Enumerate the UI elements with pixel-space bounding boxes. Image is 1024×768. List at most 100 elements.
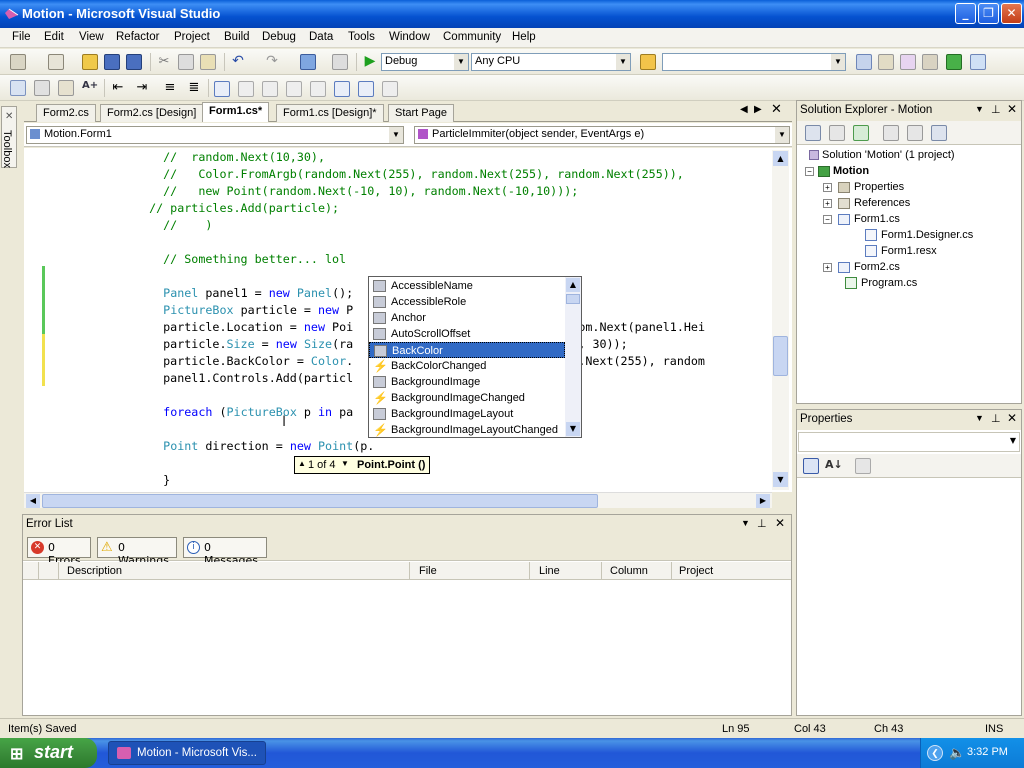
close-document-icon[interactable]: ✕ (771, 102, 782, 117)
member-combo[interactable]: ParticleImmiter(object sender, EventArgs… (414, 126, 790, 144)
object-selector-combo[interactable]: ▼ (798, 432, 1020, 452)
volume-icon[interactable]: 🔈 (949, 745, 965, 761)
intellisense-list[interactable]: AccessibleName AccessibleRole Anchor Aut… (368, 276, 582, 438)
toggle-bookmark-icon[interactable] (214, 81, 230, 97)
messages-filter-button[interactable]: i 0 Messages (183, 537, 267, 567)
navigate-backward-icon[interactable] (300, 54, 316, 70)
view-class-diagram-icon[interactable] (931, 125, 947, 141)
close-button[interactable]: ✕ (1001, 3, 1022, 24)
menu-edit[interactable]: Edit (44, 31, 64, 43)
completion-item[interactable]: AccessibleName (369, 278, 565, 294)
start-debug-icon[interactable]: ▶ (362, 53, 378, 69)
taskbar-item-visual-studio[interactable]: Motion - Microsoft Vis... (108, 741, 266, 765)
tab-form2-design[interactable]: Form2.cs [Design] (100, 104, 204, 122)
pin-icon[interactable]: ⊥ (991, 412, 1001, 425)
next-bookmark-in-folder-icon[interactable] (310, 81, 326, 97)
tab-form2-cs[interactable]: Form2.cs (36, 104, 96, 122)
next-overload-icon[interactable]: ▼ (341, 459, 349, 468)
scroll-up-icon[interactable]: ▲ (773, 151, 788, 166)
tab-scroll-right-icon[interactable]: ▶ (754, 104, 762, 115)
completion-item[interactable]: AccessibleRole (369, 294, 565, 310)
tab-list-icon[interactable]: ◀ (740, 104, 748, 115)
previous-bookmark-icon[interactable] (238, 81, 254, 97)
editor-vertical-scrollbar[interactable]: ▲ ▼ (772, 150, 789, 490)
tab-form1-cs[interactable]: Form1.cs* (202, 102, 270, 122)
display-object-member-list-icon[interactable] (10, 80, 26, 96)
find-combo[interactable]: ▼ (662, 53, 846, 71)
alphabetical-icon[interactable]: A↓ (825, 458, 843, 474)
column-project[interactable]: Project (679, 565, 713, 577)
minimize-button[interactable]: _ (955, 3, 976, 24)
properties-window-icon[interactable] (878, 54, 894, 70)
view-code-icon[interactable] (883, 125, 899, 141)
previous-bookmark-in-folder-icon[interactable] (286, 81, 302, 97)
tree-project[interactable]: − Motion (805, 165, 869, 177)
toolbox-tab[interactable]: ✕ Toolbox (1, 106, 17, 168)
title-bar[interactable]: Motion - Microsoft Visual Studio _ ❐ ✕ (0, 0, 1024, 28)
tree-item-form1-cs[interactable]: − Form1.cs (823, 213, 900, 225)
scroll-thumb[interactable] (773, 336, 788, 376)
completion-item[interactable]: BackgroundImageLayout (369, 406, 565, 422)
tree-solution[interactable]: Solution 'Motion' (1 project) (809, 149, 955, 161)
menu-debug[interactable]: Debug (262, 31, 296, 43)
menu-tools[interactable]: Tools (348, 31, 375, 43)
tree-item-form2-cs[interactable]: + Form2.cs (823, 261, 900, 273)
scroll-up-icon[interactable]: ▲ (566, 278, 580, 292)
show-all-files-icon[interactable] (829, 125, 845, 141)
clear-bookmarks-icon[interactable] (382, 81, 398, 97)
tree-item-form1-resx[interactable]: Form1.resx (865, 245, 937, 258)
warnings-filter-button[interactable]: ⚠ 0 Warnings (97, 537, 177, 567)
completion-item[interactable]: ⚡ BackgroundImageChanged (369, 390, 565, 406)
scroll-left-icon[interactable]: ◀ (26, 494, 40, 508)
add-item-icon[interactable] (48, 54, 64, 70)
column-file[interactable]: File (419, 565, 437, 577)
menu-file[interactable]: File (12, 31, 31, 43)
completion-item[interactable]: AutoScrollOffset (369, 326, 565, 342)
type-combo[interactable]: Motion.Form1 ▼ (26, 126, 404, 144)
start-page-icon[interactable] (946, 54, 962, 70)
next-bookmark-in-document-icon[interactable] (358, 81, 374, 97)
maximize-button[interactable]: ❐ (978, 3, 999, 24)
window-position-icon[interactable]: ▼ (975, 413, 984, 423)
toolbox-sidebar[interactable]: ✕ Toolbox (0, 102, 18, 714)
menu-community[interactable]: Community (443, 31, 501, 43)
uncomment-lines-icon[interactable]: ≣ (186, 80, 202, 96)
solution-explorer-icon[interactable] (856, 54, 872, 70)
previous-overload-icon[interactable]: ▲ (298, 459, 306, 468)
close-icon[interactable]: ✕ (1007, 411, 1017, 425)
intellisense-scrollbar[interactable]: ▲ ▼ (565, 277, 581, 437)
undo-icon[interactable]: ↶ (230, 53, 246, 69)
properties-icon[interactable] (805, 125, 821, 141)
pin-icon[interactable]: ⊥ (991, 103, 1001, 116)
completion-item[interactable]: ⚡ BackColorChanged (369, 358, 565, 374)
view-designer-icon[interactable] (907, 125, 923, 141)
completion-item-selected[interactable]: BackColor (369, 342, 565, 358)
close-icon[interactable]: ✕ (775, 516, 785, 530)
show-hidden-icons-icon[interactable]: ❮ (927, 745, 943, 761)
scroll-thumb[interactable] (42, 494, 598, 508)
copy-icon[interactable] (178, 54, 194, 70)
open-icon[interactable] (82, 54, 98, 70)
object-browser-icon[interactable] (900, 54, 916, 70)
menu-window[interactable]: Window (389, 31, 430, 43)
menu-help[interactable]: Help (512, 31, 536, 43)
cut-icon[interactable]: ✂ (156, 54, 172, 70)
navigate-forward-icon[interactable] (332, 54, 348, 70)
tree-item-properties[interactable]: + Properties (823, 181, 904, 193)
column-description[interactable]: Description (67, 565, 122, 577)
tree-item-form1-designer[interactable]: Form1.Designer.cs (865, 229, 973, 242)
refresh-icon[interactable] (853, 125, 869, 141)
solution-config-combo[interactable]: Debug ▼ (381, 53, 469, 71)
toolbox-icon[interactable] (922, 54, 938, 70)
expand-icon[interactable]: + (823, 262, 832, 272)
tab-start-page[interactable]: Start Page (388, 104, 454, 122)
tree-item-program-cs[interactable]: Program.cs (845, 277, 917, 290)
find-in-files-icon[interactable] (640, 54, 656, 70)
close-icon[interactable]: ✕ (1007, 102, 1017, 116)
save-all-icon[interactable] (126, 54, 142, 70)
editor-horizontal-scrollbar[interactable]: ◀ ▶ (24, 492, 772, 508)
tree-item-references[interactable]: + References (823, 197, 910, 209)
paste-icon[interactable] (200, 54, 216, 70)
clock[interactable]: 3:32 PM (967, 746, 1008, 758)
menu-view[interactable]: View (79, 31, 104, 43)
